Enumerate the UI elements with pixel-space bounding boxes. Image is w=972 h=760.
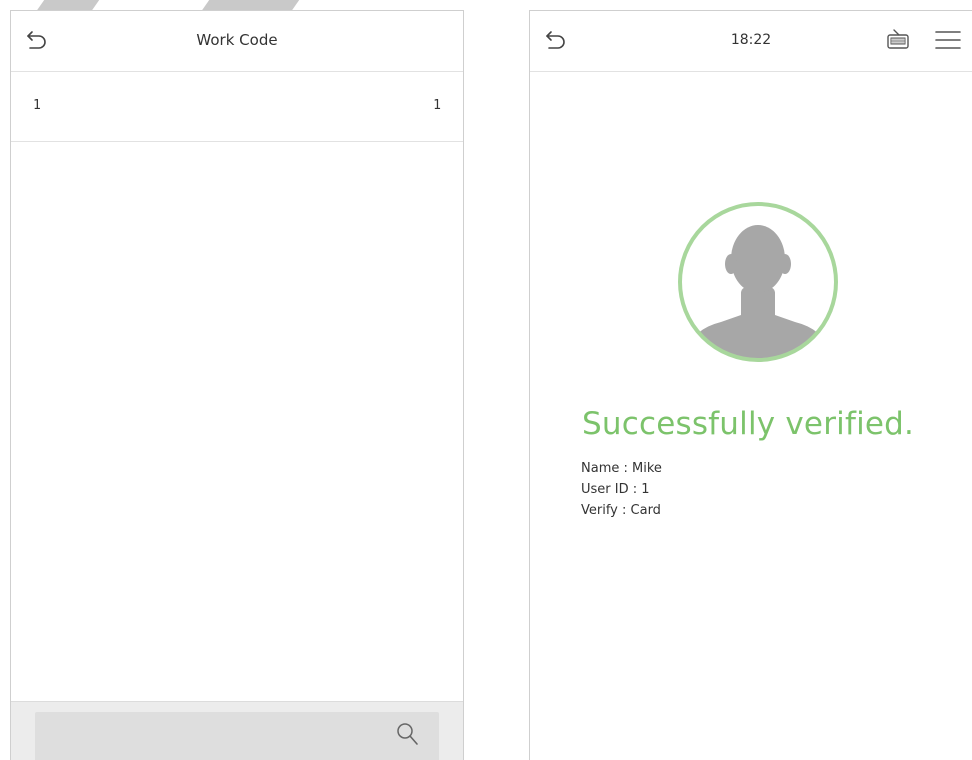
work-code-name: 1 (433, 98, 441, 113)
work-code-header: Work Code (11, 11, 463, 72)
search-icon[interactable] (396, 722, 420, 748)
work-code-number: 1 (33, 98, 41, 113)
user-id-text: User ID : 1 (581, 482, 650, 497)
page-title: Work Code (196, 31, 278, 49)
user-avatar-icon (678, 202, 838, 362)
menu-icon[interactable] (934, 29, 962, 51)
verification-header: 18:22 (530, 11, 972, 72)
search-input[interactable] (35, 712, 439, 760)
verification-screen: 18:22 Successfully verified. Name : Mike… (529, 10, 972, 760)
keyboard-icon[interactable] (886, 27, 910, 51)
verification-status: Successfully verified. (582, 406, 915, 442)
verify-method-text: Verify : Card (581, 503, 661, 518)
user-name-text: Name : Mike (581, 461, 662, 476)
search-bar (11, 701, 463, 760)
work-code-screen: Work Code 1 1 (10, 10, 464, 760)
work-code-row[interactable]: 1 1 (11, 72, 463, 142)
